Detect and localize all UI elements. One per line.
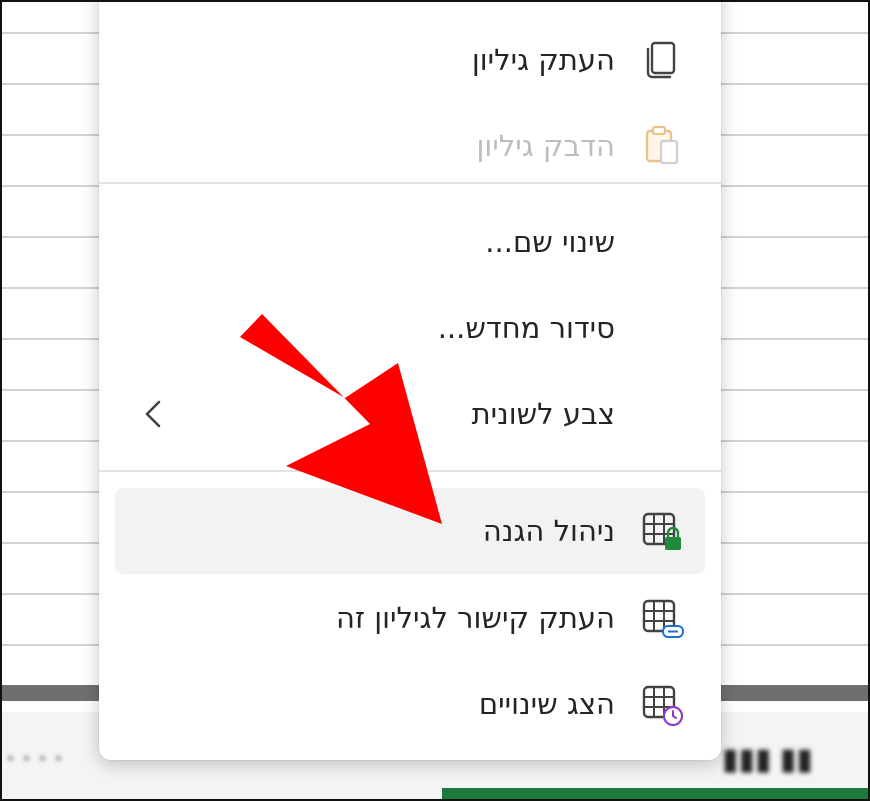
status-text-blurred-right: ▮▮▮ ▮▮ [722,743,813,776]
menu-item-label: שינוי שם... [485,225,615,259]
menu-item-copy-sheet[interactable]: העתק גיליון [115,22,705,98]
menu-item-label: הצג שינויים [478,687,615,721]
menu-item-copy-sheet-link[interactable]: העתק קישור לגיליון זה [115,580,705,656]
menu-item-rename[interactable]: שינוי שם... [115,204,705,280]
menu-item-label: הדבק גיליון [476,129,615,163]
paste-sheet-icon [639,123,685,169]
status-text-blurred-left: ᐧ ᐧ ᐧ ᐧ [6,743,62,776]
menu-item-show-changes[interactable]: הצג שינויים [115,666,705,742]
grid-history-icon [639,681,685,727]
status-accent-bar [442,788,868,799]
sheet-context-menu: העתק גיליון הדבק גיליון שינוי שם... סידו… [99,2,721,760]
menu-item-tab-color[interactable]: צבע לשונית [115,376,705,452]
chevron-left-icon [139,394,167,434]
menu-item-manage-protection[interactable]: ניהול הגנה [115,488,705,574]
menu-item-paste-sheet[interactable]: הדבק גיליון [115,108,705,184]
menu-item-label: צבע לשונית [471,397,615,431]
screenshot-frame: ᐧ ᐧ ᐧ ᐧ ▮▮▮ ▮▮ העתק גיליון הדבק גיליון ש… [0,0,870,801]
menu-item-label: העתק קישור לגיליון זה [336,601,615,635]
grid-lock-icon [639,508,685,554]
menu-separator [99,470,721,472]
menu-item-label: העתק גיליון [471,43,615,77]
grid-link-icon [639,595,685,641]
menu-separator [99,182,721,184]
menu-item-label: סידור מחדש... [437,311,615,345]
menu-item-label: ניהול הגנה [482,514,615,548]
menu-item-reorder[interactable]: סידור מחדש... [115,290,705,366]
copy-sheet-icon [639,37,685,83]
